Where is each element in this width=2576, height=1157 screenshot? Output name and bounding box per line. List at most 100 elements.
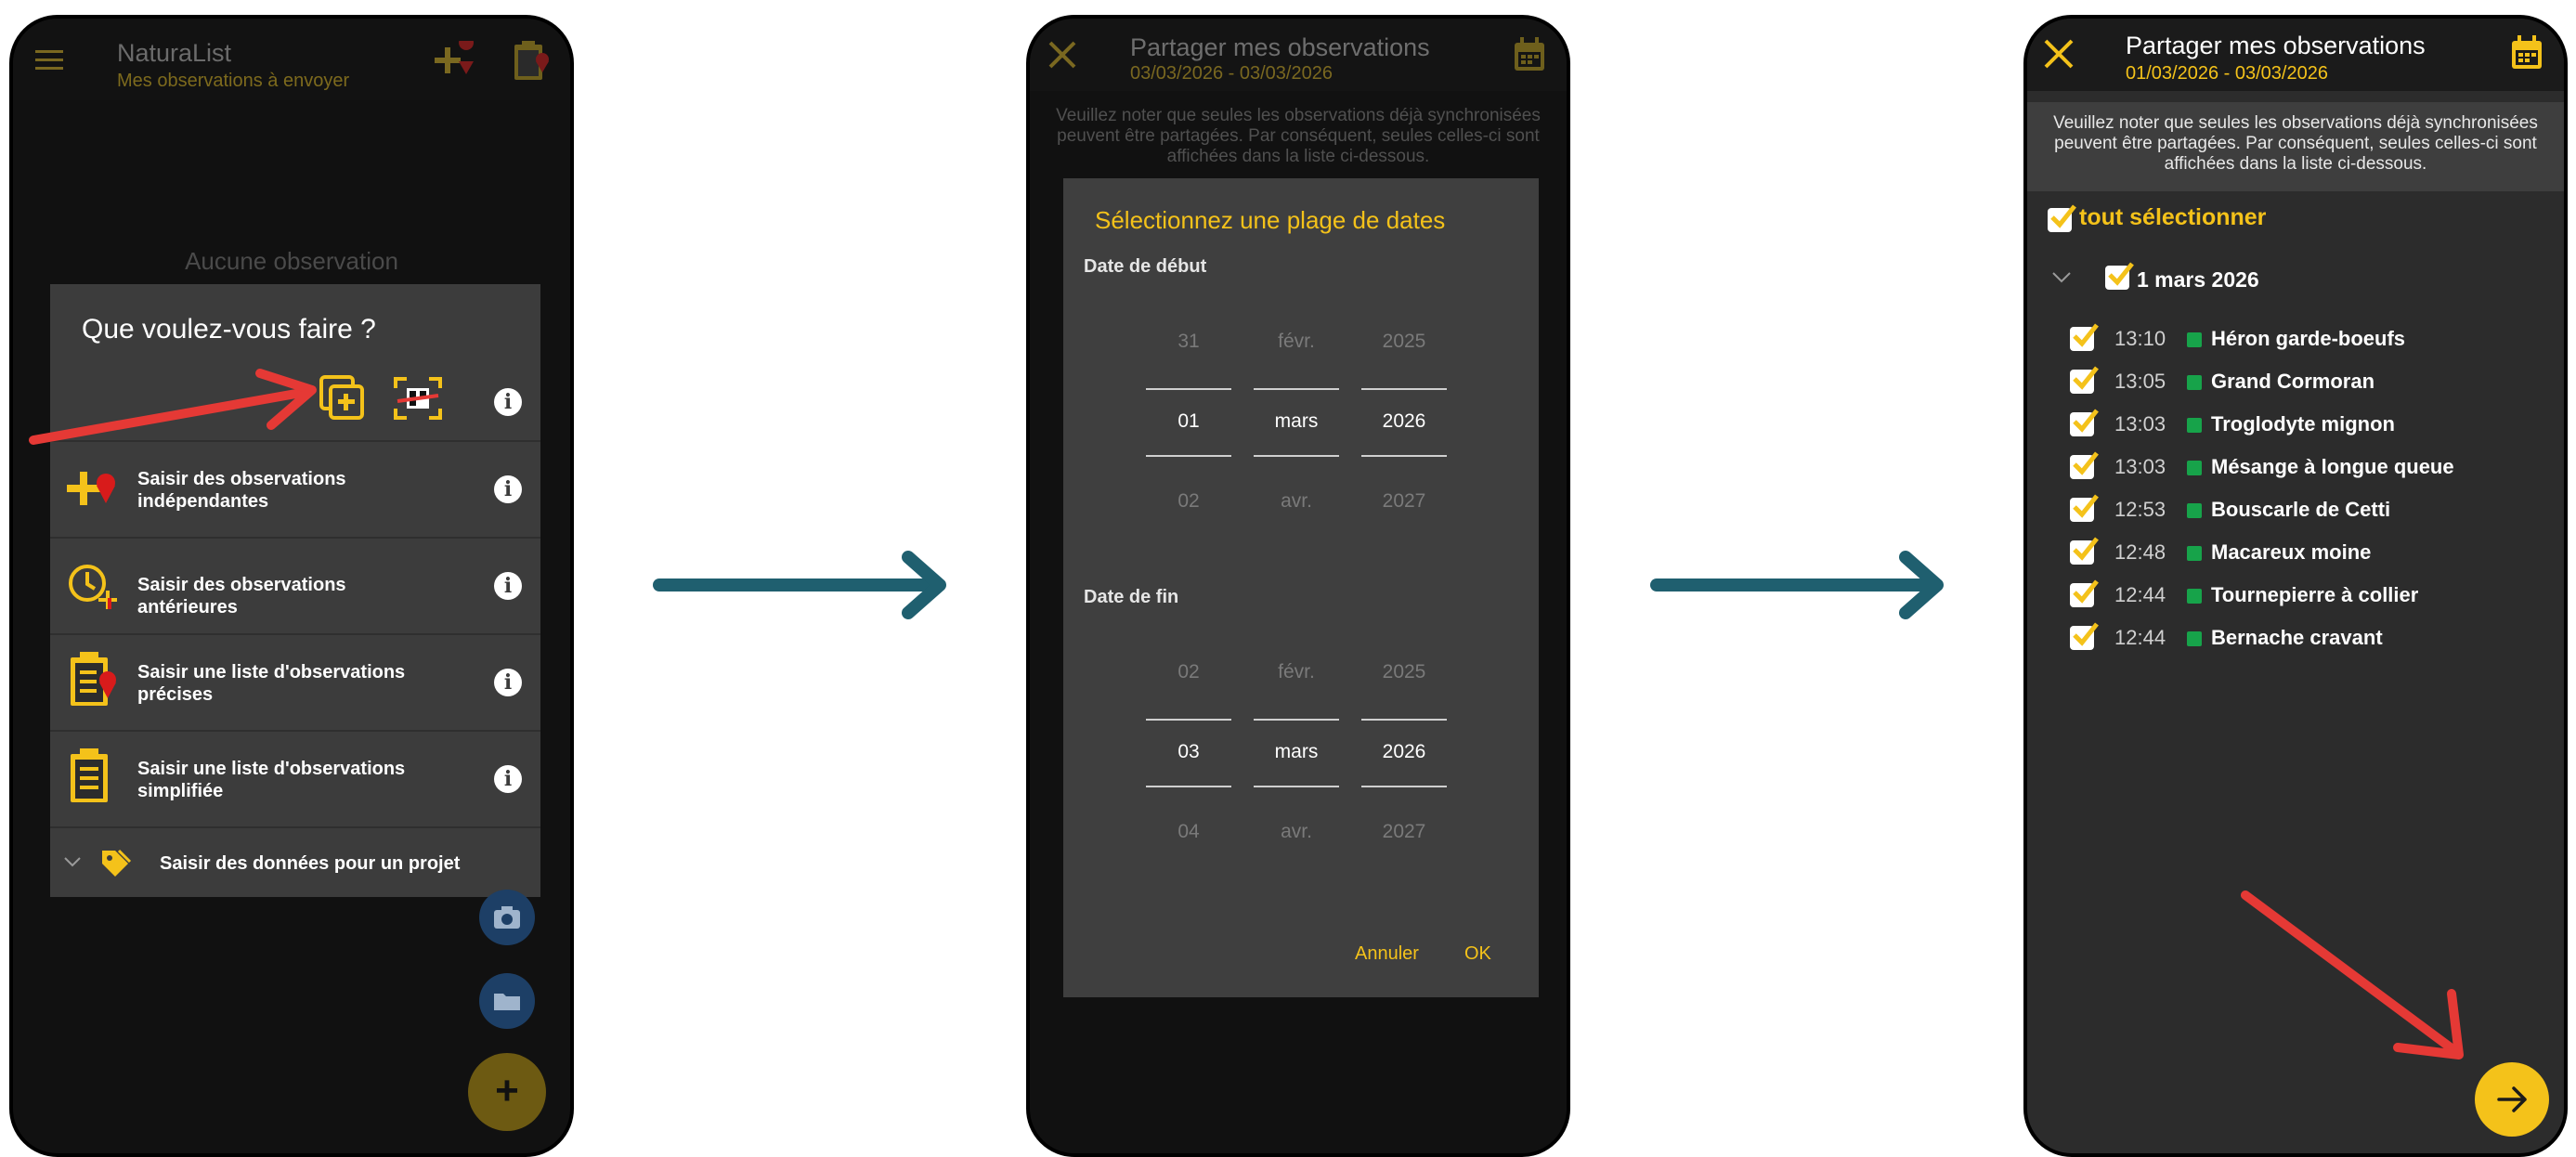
observation-checkbox[interactable] (2070, 409, 2099, 436)
picker-selected: mars (1274, 410, 1319, 432)
group-checkbox[interactable] (2105, 262, 2134, 290)
observation-time: 13:03 (2114, 455, 2166, 478)
picker-divider (1254, 786, 1339, 787)
picker-selected: 03 (1177, 741, 1200, 762)
picker-divider (1361, 786, 1447, 787)
picker-selected: 2026 (1382, 741, 1426, 762)
group-date: 1 mars 2026 (2137, 267, 2259, 292)
chevron-down-icon[interactable] (63, 856, 82, 869)
picker-value: avr. (1281, 821, 1312, 842)
annotation-arrow (2241, 890, 2464, 1060)
empty-state-text: Aucune observation (185, 247, 398, 275)
picker-divider (1146, 388, 1231, 390)
species-marker-icon (2187, 461, 2202, 475)
observation-time: 13:10 (2114, 327, 2166, 350)
end-date-label: Date de fin (1084, 587, 1179, 607)
option-label: Saisir des observations indépendantes (137, 469, 346, 512)
observation-name: Bouscarle de Cetti (2211, 498, 2391, 521)
start-day-picker[interactable]: 31 01 02 (1145, 331, 1232, 513)
option-row[interactable]: Saisir des observations antérieures i (50, 537, 540, 635)
option-label: Saisir une liste d'observations simplifi… (137, 759, 406, 801)
calendar-icon[interactable] (1513, 37, 1546, 72)
observation-time: 13:03 (2114, 412, 2166, 436)
observation-row[interactable]: 13:05 Grand Cormoran (2027, 364, 2564, 401)
info-icon[interactable]: i (494, 572, 522, 600)
info-icon[interactable]: i (494, 669, 522, 696)
project-label: Saisir des données pour un projet (160, 853, 461, 874)
observation-checkbox[interactable] (2070, 537, 2099, 565)
calendar-icon[interactable] (2510, 35, 2543, 71)
next-button[interactable] (2475, 1062, 2549, 1137)
end-year-picker[interactable]: 2025 2026 2027 (1360, 661, 1448, 843)
observation-checkbox[interactable] (2070, 494, 2099, 522)
observation-row[interactable]: 12:44 Tournepierre à collier (2027, 578, 2564, 615)
picker-value: févr. (1278, 661, 1315, 682)
observation-name: Héron garde-boeufs (2211, 327, 2406, 350)
observation-name: Troglodyte mignon (2211, 412, 2395, 436)
date-range: 01/03/2026 - 03/03/2026 (2126, 63, 2328, 84)
picker-value: 04 (1177, 821, 1200, 842)
menu-icon[interactable] (35, 48, 65, 72)
start-month-picker[interactable]: févr. mars avr. (1253, 331, 1340, 513)
picker-value: 02 (1177, 490, 1200, 512)
end-month-picker[interactable]: févr. mars avr. (1253, 661, 1340, 843)
project-row[interactable]: Saisir des données pour un projet (50, 826, 540, 899)
ok-button[interactable]: OK (1464, 943, 1491, 965)
info-icon[interactable]: i (494, 765, 522, 793)
species-marker-icon (2187, 589, 2202, 604)
observation-checkbox[interactable] (2070, 579, 2099, 607)
info-icon[interactable]: i (494, 475, 522, 503)
picker-divider (1254, 455, 1339, 457)
observation-checkbox[interactable] (2070, 451, 2099, 479)
observation-time: 12:44 (2114, 626, 2166, 649)
dialog-title: Que voulez-vous faire ? (82, 314, 376, 344)
add-copy-icon[interactable] (319, 375, 366, 422)
clipboard-pin-icon[interactable] (511, 39, 552, 82)
species-marker-icon (2187, 418, 2202, 433)
observation-row[interactable]: 13:10 Héron garde-boeufs (2027, 321, 2564, 358)
add-pin-icon (65, 462, 119, 514)
observation-row[interactable]: 12:44 Bernache cravant (2027, 620, 2564, 657)
picker-divider (1146, 455, 1231, 457)
close-icon[interactable] (1047, 39, 1078, 71)
observation-row[interactable]: 12:53 Bouscarle de Cetti (2027, 492, 2564, 529)
select-all-checkbox[interactable] (2048, 204, 2076, 232)
option-row[interactable]: Saisir une liste d'observations simplifi… (50, 730, 540, 828)
clipboard-pin-icon (67, 650, 123, 711)
clipboard-icon (67, 747, 115, 808)
phone-screen-1: NaturaList Mes observations à envoyer Au… (9, 15, 574, 1157)
page-title: Partager mes observations (2126, 32, 2426, 59)
picker-selected: mars (1274, 741, 1319, 762)
picker-selected: 2026 (1382, 410, 1426, 432)
start-year-picker[interactable]: 2025 2026 2027 (1360, 331, 1448, 513)
chevron-down-icon[interactable] (2051, 271, 2072, 284)
info-icon[interactable]: i (494, 388, 522, 416)
flow-arrow-right (1650, 551, 1944, 619)
add-observation-button[interactable]: + (468, 1053, 546, 1131)
folder-button[interactable] (479, 973, 535, 1029)
camera-button[interactable] (479, 890, 535, 945)
qr-code-disabled-icon[interactable] (394, 375, 442, 422)
app-subtitle: Mes observations à envoyer (117, 71, 350, 91)
cancel-button[interactable]: Annuler (1355, 943, 1419, 965)
picker-value: 2025 (1382, 661, 1426, 682)
option-row[interactable]: Saisir une liste d'observations précises… (50, 633, 540, 732)
observation-name: Grand Cormoran (2211, 370, 2375, 393)
observation-row[interactable]: 13:03 Troglodyte mignon (2027, 407, 2564, 444)
picker-divider (1254, 388, 1339, 390)
picker-divider (1254, 719, 1339, 721)
observation-checkbox[interactable] (2070, 622, 2099, 650)
add-pin-icon[interactable] (431, 41, 475, 82)
observation-checkbox[interactable] (2070, 366, 2099, 394)
observation-row[interactable]: 12:48 Macareux moine (2027, 535, 2564, 572)
species-marker-icon (2187, 631, 2202, 646)
option-label: Saisir une liste d'observations précises (137, 662, 406, 705)
picker-divider (1361, 455, 1447, 457)
observation-checkbox[interactable] (2070, 323, 2099, 351)
picker-divider (1146, 786, 1231, 787)
observation-row[interactable]: 13:03 Mésange à longue queue (2027, 449, 2564, 487)
picker-value: 2025 (1382, 331, 1426, 352)
end-day-picker[interactable]: 02 03 04 (1145, 661, 1232, 843)
species-marker-icon (2187, 546, 2202, 561)
close-icon[interactable] (2042, 37, 2075, 71)
